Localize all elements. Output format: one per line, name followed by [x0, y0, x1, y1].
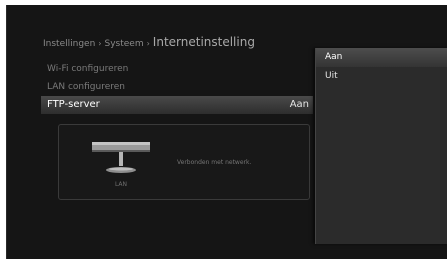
- menu-item-label: LAN configureren: [47, 82, 125, 92]
- network-status-panel: LAN Verbonden met netwerk.: [58, 124, 310, 200]
- lan-label: LAN: [114, 181, 128, 188]
- menu-item-ftp-server[interactable]: FTP-server Aan: [41, 96, 313, 114]
- menu-item-label: Wi-Fi configureren: [47, 64, 129, 74]
- breadcrumb: Instellingen › Systeem › Internetinstelling: [43, 31, 255, 50]
- breadcrumb-system[interactable]: Systeem: [104, 39, 143, 49]
- breadcrumb-separator: ›: [146, 39, 150, 48]
- router-icon: [91, 139, 151, 179]
- option-uit[interactable]: Uit: [316, 67, 447, 86]
- settings-menu: Wi-Fi configureren LAN configureren FTP-…: [41, 60, 313, 114]
- tv-screen: Instellingen › Systeem › Internetinstelling …: [6, 5, 447, 259]
- menu-item-wifi[interactable]: Wi-Fi configureren: [41, 60, 313, 78]
- option-aan[interactable]: Aan: [316, 48, 447, 67]
- ftp-server-value: Aan: [289, 99, 309, 110]
- breadcrumb-settings[interactable]: Instellingen: [43, 39, 95, 49]
- menu-item-lan[interactable]: LAN configureren: [41, 78, 313, 96]
- value-dropdown: Aan Uit: [315, 48, 447, 244]
- menu-item-label: FTP-server: [47, 99, 100, 110]
- connection-status: Verbonden met netwerk.: [177, 159, 252, 166]
- page-title: Internetinstelling: [152, 35, 255, 49]
